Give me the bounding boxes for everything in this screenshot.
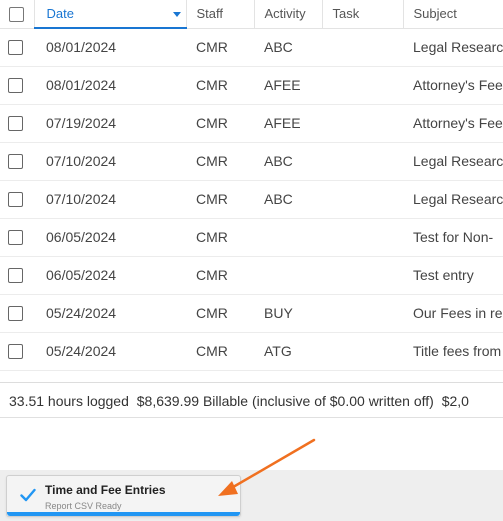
report-ready-toast[interactable]: Time and Fee Entries Report CSV Ready — [6, 475, 241, 517]
totals-summary-bar: 33.51 hours logged $8,639.99 Billable (i… — [0, 382, 503, 418]
table-row[interactable]: 07/19/2024 CMR AFEE Attorney's Fee — [0, 104, 503, 143]
column-header-date-label: Date — [46, 6, 74, 21]
cell-activity: ABC — [254, 180, 322, 219]
cell-task — [322, 256, 403, 295]
table-body: 08/01/2024 CMR ABC Legal Research 08/01/2024… — [0, 28, 503, 371]
toast-subtitle: Report CSV Ready — [45, 501, 122, 511]
column-header-activity-label: Activity — [264, 6, 306, 22]
column-header-task[interactable]: Task — [322, 0, 404, 29]
select-all-checkbox[interactable] — [9, 6, 24, 22]
cell-task — [322, 294, 403, 333]
cell-staff: CMR — [186, 218, 254, 257]
row-checkbox[interactable] — [8, 78, 23, 94]
select-all-header — [0, 0, 35, 29]
hours-logged-text: 33.51 hours logged — [9, 393, 129, 409]
cell-date: 07/10/2024 — [34, 142, 186, 181]
row-select-cell — [0, 294, 34, 333]
cell-task — [322, 104, 403, 143]
row-select-cell — [0, 142, 34, 181]
cell-activity — [254, 256, 322, 295]
cell-activity: AFEE — [254, 104, 322, 143]
row-checkbox[interactable] — [8, 344, 23, 360]
cell-subject: Our Fees in re — [403, 294, 503, 333]
cell-task — [322, 218, 403, 257]
table-row[interactable]: 07/10/2024 CMR ABC Legal Research — [0, 180, 503, 219]
row-checkbox[interactable] — [8, 268, 23, 284]
row-select-cell — [0, 256, 34, 295]
cell-staff: CMR — [186, 256, 254, 295]
sort-descending-icon — [172, 12, 181, 17]
column-header-staff-label: Staff — [196, 6, 224, 22]
row-checkbox[interactable] — [8, 40, 23, 56]
row-checkbox[interactable] — [8, 306, 23, 322]
table-header-row: Date Staff Activity Task Subject — [0, 0, 503, 29]
column-header-activity[interactable]: Activity — [254, 0, 323, 29]
row-checkbox[interactable] — [8, 154, 23, 170]
cell-subject: Title fees from — [403, 332, 503, 371]
cell-staff: CMR — [186, 142, 254, 181]
row-select-cell — [0, 104, 34, 143]
row-select-cell — [0, 66, 34, 105]
cell-date: 06/05/2024 — [34, 218, 186, 257]
row-select-cell — [0, 218, 34, 257]
cell-task — [322, 180, 403, 219]
table-row[interactable]: 08/01/2024 CMR ABC Legal Research — [0, 28, 503, 67]
column-header-date[interactable]: Date — [34, 0, 187, 29]
table-row[interactable]: 06/05/2024 CMR Test for Non- — [0, 218, 503, 257]
notification-tray: Time and Fee Entries Report CSV Ready — [0, 470, 503, 521]
row-checkbox[interactable] — [8, 192, 23, 208]
column-header-task-label: Task — [332, 6, 360, 22]
cell-subject: Attorney's Fee — [403, 104, 503, 143]
cell-task — [322, 332, 403, 371]
cell-date: 06/05/2024 — [34, 256, 186, 295]
cell-date: 08/01/2024 — [34, 28, 186, 67]
entries-table: Date Staff Activity Task Subject 08/01/2… — [0, 0, 503, 371]
row-checkbox[interactable] — [8, 230, 23, 246]
cell-date: 07/10/2024 — [34, 180, 186, 219]
table-row[interactable]: 08/01/2024 CMR AFEE Attorney's Fee — [0, 66, 503, 105]
row-select-cell — [0, 28, 34, 67]
cell-task — [322, 28, 403, 67]
row-select-cell — [0, 180, 34, 219]
table-row[interactable]: 05/24/2024 CMR BUY Our Fees in re — [0, 294, 503, 333]
check-icon — [20, 488, 36, 502]
cell-subject: Test entry — [403, 256, 503, 295]
row-select-cell — [0, 332, 34, 371]
cell-subject: Attorney's Fee — [403, 66, 503, 105]
column-header-staff[interactable]: Staff — [186, 0, 255, 29]
toast-title: Time and Fee Entries — [45, 483, 166, 497]
cell-staff: CMR — [186, 332, 254, 371]
cell-activity: ABC — [254, 142, 322, 181]
cell-task — [322, 142, 403, 181]
cell-activity: AFEE — [254, 66, 322, 105]
cell-staff: CMR — [186, 28, 254, 67]
table-row[interactable]: 06/05/2024 CMR Test entry — [0, 256, 503, 295]
cell-subject: Test for Non- — [403, 218, 503, 257]
cell-subject: Legal Research — [403, 180, 503, 219]
row-checkbox[interactable] — [8, 116, 23, 132]
cell-date: 07/19/2024 — [34, 104, 186, 143]
additional-total-text: $2,0 — [441, 393, 469, 409]
cell-activity — [254, 218, 322, 257]
table-row[interactable]: 07/10/2024 CMR ABC Legal Research — [0, 142, 503, 181]
column-header-subject-label: Subject — [413, 6, 457, 22]
cell-task — [322, 66, 403, 105]
billable-total-text: $8,639.99 Billable (inclusive of $0.00 w… — [136, 393, 434, 409]
cell-staff: CMR — [186, 180, 254, 219]
entries-table-container: Date Staff Activity Task Subject 08/01/2… — [0, 0, 503, 382]
cell-date: 05/24/2024 — [34, 294, 186, 333]
cell-date: 08/01/2024 — [34, 66, 186, 105]
cell-activity: BUY — [254, 294, 322, 333]
column-header-subject[interactable]: Subject — [403, 0, 503, 29]
cell-staff: CMR — [186, 294, 254, 333]
cell-activity: ABC — [254, 28, 322, 67]
cell-subject: Legal Research — [403, 28, 503, 67]
cell-subject: Legal Research — [403, 142, 503, 181]
cell-activity: ATG — [254, 332, 322, 371]
toast-progress-bar — [7, 512, 240, 516]
cell-staff: CMR — [186, 104, 254, 143]
cell-staff: CMR — [186, 66, 254, 105]
table-row[interactable]: 05/24/2024 CMR ATG Title fees from — [0, 332, 503, 371]
cell-date: 05/24/2024 — [34, 332, 186, 371]
